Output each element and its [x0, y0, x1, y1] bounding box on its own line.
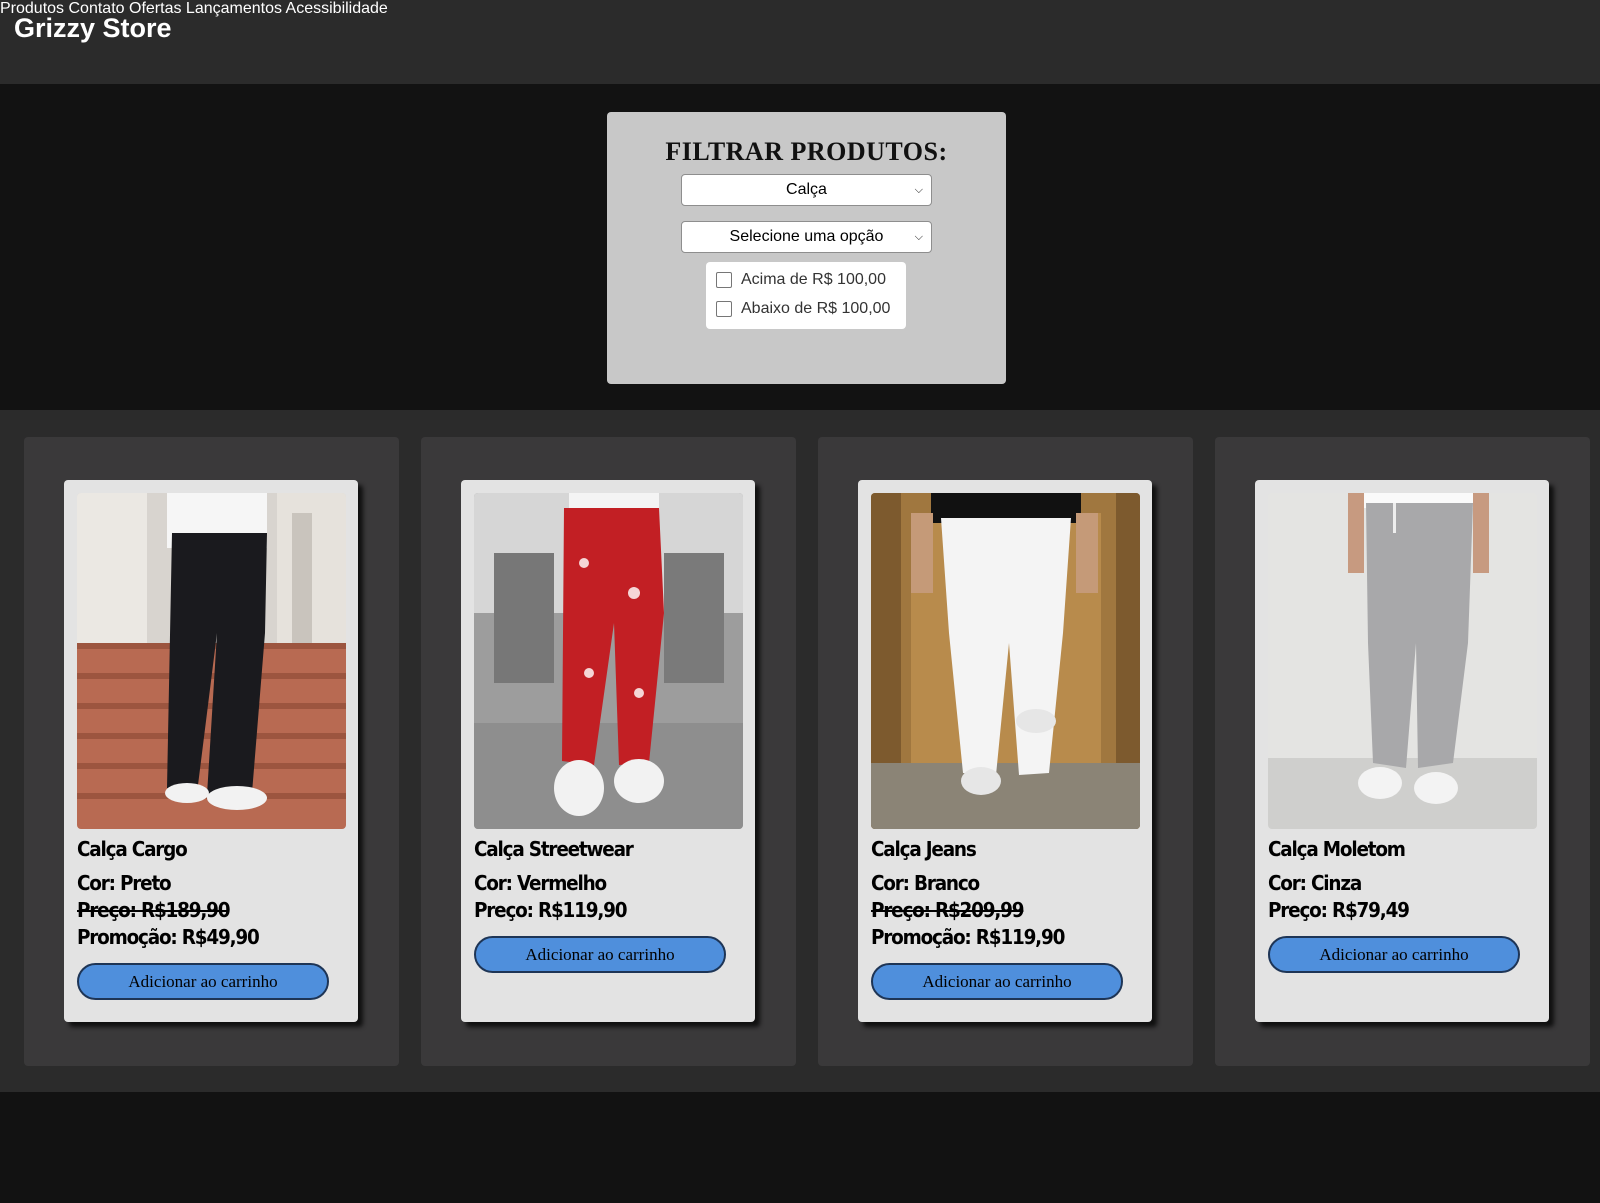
product-column: Calça Streetwear Cor: Vermelho Preço: R$…: [421, 437, 796, 1066]
category-select[interactable]: Calça ⌵: [681, 174, 932, 206]
checkbox-above-100[interactable]: Acima de R$ 100,00: [716, 269, 886, 291]
option-select[interactable]: Selecione uma opção ⌵: [681, 221, 932, 253]
product-card: Calça Cargo Cor: Preto Preço: R$189,90 P…: [64, 480, 358, 1022]
product-name: Calça Cargo: [77, 837, 188, 861]
nav-lancamentos[interactable]: Lançamentos: [186, 0, 282, 17]
brand-logo[interactable]: Grizzy Store: [14, 13, 172, 44]
checkbox-label: Acima de R$ 100,00: [741, 271, 886, 288]
product-name: Calça Moletom: [1268, 837, 1406, 861]
product-promo: Promoção: R$49,90: [77, 925, 260, 949]
add-to-cart-button[interactable]: Adicionar ao carrinho: [474, 936, 726, 973]
checkbox-below-100[interactable]: Abaixo de R$ 100,00: [716, 298, 890, 320]
filter-title: FILTRAR PRODUTOS:: [665, 137, 948, 166]
add-to-cart-button[interactable]: Adicionar ao carrinho: [77, 963, 329, 1000]
product-promo: Promoção: R$119,90: [871, 925, 1065, 949]
product-image-streetwear: [474, 493, 743, 829]
product-color: Cor: Branco: [871, 871, 980, 895]
chevron-down-icon: ⌵: [914, 184, 923, 196]
product-image-moletom: [1268, 493, 1537, 829]
product-image-cargo: [77, 493, 346, 829]
product-image-jeans: [871, 493, 1140, 829]
checkbox-input[interactable]: [716, 272, 732, 288]
checkbox-label: Abaixo de R$ 100,00: [741, 300, 891, 317]
option-select-value: Selecione uma opção: [729, 228, 884, 245]
product-column: Calça Jeans Cor: Branco Preço: R$209,99 …: [818, 437, 1193, 1066]
category-select-value: Calça: [786, 181, 827, 198]
product-column: Calça Moletom Cor: Cinza Preço: R$79,49 …: [1215, 437, 1590, 1066]
price-checkbox-group: Acima de R$ 100,00 Abaixo de R$ 100,00: [706, 262, 906, 329]
product-price: Preço: R$189,90: [77, 898, 231, 922]
checkbox-input[interactable]: [716, 301, 732, 317]
add-to-cart-button[interactable]: Adicionar ao carrinho: [1268, 936, 1520, 973]
product-card: Calça Moletom Cor: Cinza Preço: R$79,49 …: [1255, 480, 1549, 1022]
product-price: Preço: R$79,49: [1268, 898, 1410, 922]
product-name: Calça Jeans: [871, 837, 977, 861]
filter-panel: FILTRAR PRODUTOS: Calça ⌵ Selecione uma …: [607, 112, 1006, 384]
product-color: Cor: Cinza: [1268, 871, 1362, 895]
product-card: Calça Jeans Cor: Branco Preço: R$209,99 …: [858, 480, 1152, 1022]
product-color: Cor: Vermelho: [474, 871, 607, 895]
product-card: Calça Streetwear Cor: Vermelho Preço: R$…: [461, 480, 755, 1022]
product-price: Preço: R$119,90: [474, 898, 628, 922]
site-header: Grizzy Store Produtos Contato Ofertas La…: [0, 0, 1600, 84]
product-price: Preço: R$209,99: [871, 898, 1025, 922]
chevron-down-icon: ⌵: [914, 231, 923, 243]
product-color: Cor: Preto: [77, 871, 172, 895]
nav-acessibilidade[interactable]: Acessibilidade: [286, 0, 388, 17]
product-name: Calça Streetwear: [474, 837, 634, 861]
add-to-cart-button[interactable]: Adicionar ao carrinho: [871, 963, 1123, 1000]
product-column: Calça Cargo Cor: Preto Preço: R$189,90 P…: [24, 437, 399, 1066]
